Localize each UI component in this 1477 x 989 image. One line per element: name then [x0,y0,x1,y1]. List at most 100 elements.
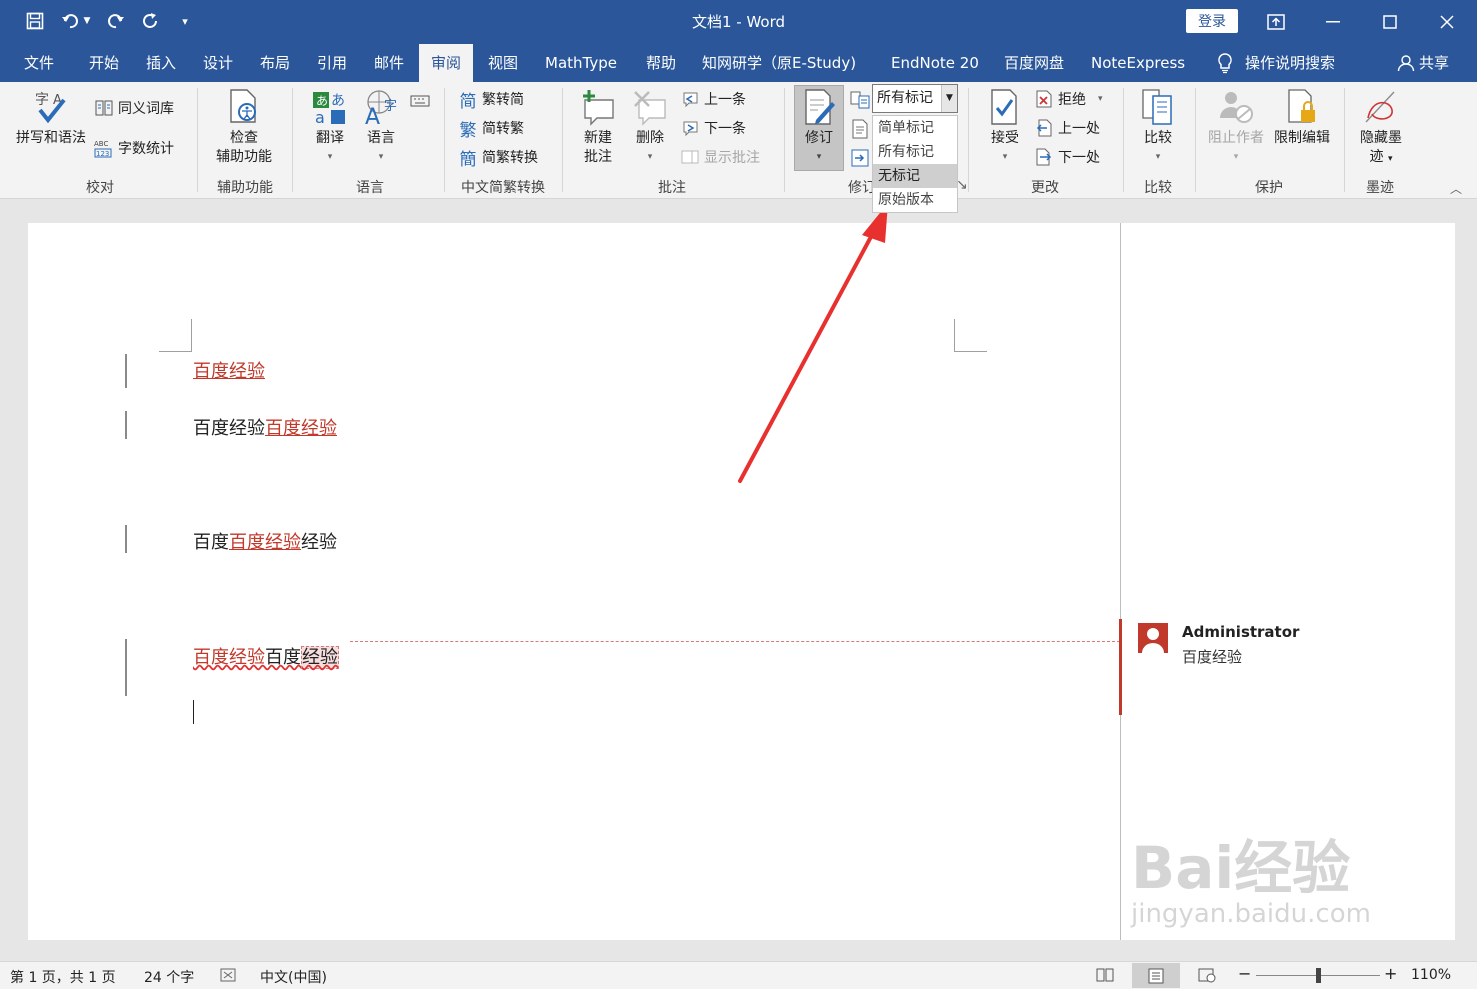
lock-document-icon [1283,88,1321,126]
language-button[interactable]: A字 语言 ▾ [358,88,404,167]
group-label-tracking: 修订 [848,180,872,196]
language-status[interactable]: 中文(中国) [260,967,327,987]
option-original[interactable]: 原始版本 [873,188,957,212]
markup-select-value: 所有标记 [877,90,933,106]
maximize-icon[interactable] [1361,0,1418,44]
option-no-markup[interactable]: 无标记 [873,164,957,188]
book-icon [94,98,114,118]
show-markup-icon[interactable] [850,117,874,141]
web-layout-icon[interactable] [1198,967,1216,987]
tab-layout[interactable]: 布局 [248,44,302,82]
chevron-down-icon: ▾ [1387,154,1393,164]
option-simple-markup[interactable]: 简单标记 [873,116,957,140]
simplified-to-traditional-button[interactable]: 繁 简转繁 [458,116,525,141]
annotation-arrow [738,203,888,483]
reject-icon [1034,89,1054,109]
traditional-to-simplified-button[interactable]: 简 繁转简 [458,87,525,112]
keyboard-icon [410,90,430,110]
chevron-down-icon: ▾ [1155,152,1161,162]
word-count-button[interactable]: ABC 123 字数统计 [94,136,174,160]
chevron-down-icon[interactable]: ▼ [941,85,957,112]
show-comments-button[interactable]: 显示批注 [680,145,760,169]
translate-button[interactable]: ああa 翻译 ▾ [305,88,355,167]
redo-icon[interactable] [102,8,128,34]
chinese-conversion-button[interactable]: 簡 简繁转换 [458,145,539,170]
tell-me-search[interactable]: 操作说明搜索 [1205,44,1347,82]
previous-comment-button[interactable]: 上一条 [680,87,746,111]
hide-ink-button[interactable]: 隐藏墨 迹 ▾ [1352,88,1410,169]
tab-cnki[interactable]: 知网研学（原E-Study) [690,44,868,82]
login-button[interactable]: 登录 [1186,9,1238,33]
title-bar: ▼ ▾ 文档1 - Word 登录 [0,0,1477,44]
tab-insert[interactable]: 插入 [134,44,188,82]
undo-dropdown-icon[interactable]: ▼ [80,8,94,34]
tab-file[interactable]: 文件 [12,44,66,82]
svg-text:字: 字 [35,92,49,108]
display-for-review-icon[interactable] [850,88,874,112]
previous-change-button[interactable]: 上一处 [1034,116,1100,140]
minimize-icon[interactable] [1304,0,1361,44]
delete-comment-button[interactable]: 删除 ▾ [627,88,673,167]
page-count[interactable]: 第 1 页，共 1 页 [10,967,116,987]
ribbon-display-icon[interactable] [1247,0,1304,44]
delete-comment-icon [631,88,669,126]
word-count[interactable]: 24 个字 [144,967,194,987]
previous-change-icon [1034,118,1054,138]
share-button[interactable]: 共享 [1397,44,1449,82]
customize-toolbar-icon[interactable]: ▾ [172,8,198,34]
zoom-level[interactable]: 110% [1411,967,1451,983]
thesaurus-button[interactable]: 同义词库 [94,96,174,120]
document-icon [850,119,870,139]
block-authors-button[interactable]: 阻止作者 ▾ [1205,88,1267,167]
tab-view[interactable]: 视图 [476,44,530,82]
tab-references[interactable]: 引用 [305,44,359,82]
next-comment-button[interactable]: 下一条 [680,116,746,140]
new-comment-button[interactable]: 新建 批注 [573,88,623,167]
proofing-icon[interactable] [220,967,238,987]
tab-help[interactable]: 帮助 [634,44,688,82]
check-accessibility-button[interactable]: 检查 辅助功能 [205,88,283,167]
show-comments-icon [680,147,700,167]
tell-me-label: 操作说明搜索 [1245,54,1336,72]
group-label-protect: 保护 [1255,180,1283,196]
chevron-down-icon: ▾ [378,152,384,162]
pane-icon [850,148,870,168]
tab-baidu-netdisk[interactable]: 百度网盘 [992,44,1076,82]
zoom-out-icon[interactable]: − [1238,964,1251,983]
spelling-grammar-button[interactable]: 字A 拼写和语法 [12,88,90,148]
reviewing-pane-icon[interactable] [850,146,874,170]
option-all-markup[interactable]: 所有标记 [873,140,957,164]
tab-design[interactable]: 设计 [191,44,245,82]
tab-mailings[interactable]: 邮件 [362,44,416,82]
zoom-in-icon[interactable]: + [1384,964,1397,983]
refresh-icon[interactable] [137,8,163,34]
accept-button[interactable]: 接受 ▾ [982,88,1028,167]
reject-button[interactable]: 拒绝 ▾ [1034,87,1103,111]
ime-button[interactable] [410,88,434,112]
read-mode-icon[interactable] [1096,967,1114,987]
svg-text:字: 字 [384,99,397,114]
track-changes-button[interactable]: 修订 ▾ [796,88,842,167]
block-authors-icon [1217,88,1255,126]
print-layout-icon[interactable] [1132,963,1180,988]
tab-noteexpress[interactable]: NoteExpress [1079,44,1197,82]
tab-endnote[interactable]: EndNote 20 [879,44,991,82]
restrict-editing-button[interactable]: 限制编辑 [1270,88,1334,148]
close-icon[interactable] [1418,0,1475,44]
display-for-review-select[interactable]: 所有标记 ▼ [872,84,958,113]
zoom-slider-thumb[interactable] [1316,968,1321,983]
next-change-button[interactable]: 下一处 [1034,145,1100,169]
chevron-down-icon: ▾ [1098,94,1103,104]
lightbulb-icon [1217,52,1233,74]
compare-button[interactable]: 比较 ▾ [1135,88,1181,167]
group-separator [1195,88,1196,192]
save-icon[interactable] [22,8,48,34]
tab-review[interactable]: 审阅 [419,44,474,82]
tab-home[interactable]: 开始 [77,44,131,82]
ribbon-tabs: 文件 开始 插入 设计 布局 引用 邮件 审阅 视图 MathType 帮助 知… [0,44,1477,82]
tab-mathtype[interactable]: MathType [533,44,629,82]
conversion-char-icon: 簡 [459,149,477,170]
status-bar: 第 1 页，共 1 页 24 个字 中文(中国) − + 110% [0,961,1477,989]
spelling-check-icon: 字A [32,88,70,126]
collapse-ribbon-icon[interactable]: ︿ [1450,180,1462,197]
